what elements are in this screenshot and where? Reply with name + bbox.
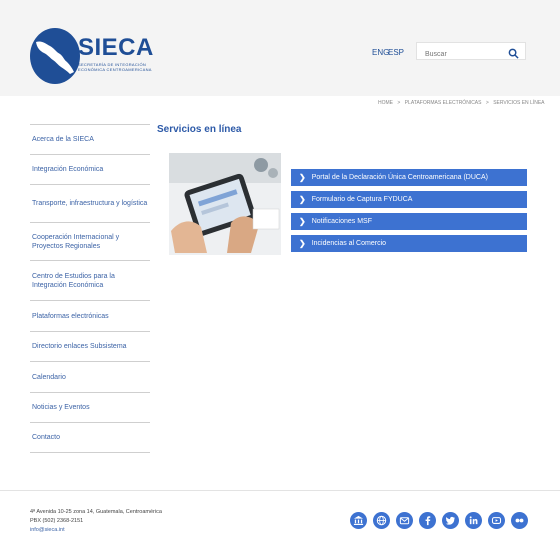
sieca-logo[interactable]: SIECA SECRETARÍA DE INTEGRACIÓN ECONÓMIC… bbox=[30, 28, 154, 88]
sidebar-item-noticias[interactable]: Noticias y Eventos bbox=[30, 393, 150, 423]
link-label: Portal de la Declaración Única Centroame… bbox=[311, 174, 488, 181]
lang-esp-link[interactable]: ESP bbox=[388, 48, 404, 57]
facebook-icon[interactable] bbox=[419, 512, 436, 529]
sidebar-item-transporte[interactable]: Transporte, infraestructura y logística bbox=[30, 185, 150, 223]
breadcrumb-current: SERVICIOS EN LÍNEA bbox=[493, 100, 545, 106]
top-strip bbox=[0, 0, 560, 8]
chevron-right-icon: ❯ bbox=[299, 195, 306, 204]
search-box bbox=[416, 42, 526, 63]
logo-map-emblem-icon bbox=[30, 28, 80, 84]
link-formulario-fyduca[interactable]: ❯ Formulario de Captura FYDUCA bbox=[291, 191, 527, 208]
sidebar-item-integracion[interactable]: Integración Económica bbox=[30, 155, 150, 185]
hero-tablet-image bbox=[169, 153, 281, 255]
lang-eng-link[interactable]: ENG bbox=[372, 48, 389, 57]
sidebar-item-acerca[interactable]: Acerca de la SIECA bbox=[30, 124, 150, 155]
breadcrumb-separator: > bbox=[485, 100, 489, 106]
link-incidencias-comercio[interactable]: ❯ Incidencias al Comercio bbox=[291, 235, 527, 252]
sidebar-item-directorio[interactable]: Directorio enlaces Subsistema bbox=[30, 332, 150, 362]
chevron-right-icon: ❯ bbox=[299, 239, 306, 248]
footer-divider bbox=[0, 490, 560, 491]
linkedin-icon[interactable] bbox=[465, 512, 482, 529]
services-links: ❯ Portal de la Declaración Única Centroa… bbox=[291, 169, 527, 257]
chevron-right-icon: ❯ bbox=[299, 217, 306, 226]
breadcrumb-plataformas[interactable]: PLATAFORMAS ELECTRÓNICAS bbox=[405, 100, 482, 106]
email-link[interactable]: info@sieca.int bbox=[30, 526, 162, 535]
search-input[interactable] bbox=[417, 46, 505, 63]
footer-address: 4ª Avenida 10-25 zona 14, Guatemala, Cen… bbox=[30, 508, 162, 535]
sidebar-item-centro-estudios[interactable]: Centro de Estudios para la Integración E… bbox=[30, 261, 150, 301]
breadcrumb-home[interactable]: HOME bbox=[378, 100, 393, 106]
sidebar-item-plataformas[interactable]: Plataformas electrónicas bbox=[30, 301, 150, 332]
search-icon[interactable] bbox=[508, 46, 519, 59]
sidebar-nav: Acerca de la SIECA Integración Económica… bbox=[30, 124, 150, 453]
social-icons bbox=[350, 512, 528, 529]
logo-subtitle: SECRETARÍA DE INTEGRACIÓN ECONÓMICA CENT… bbox=[78, 62, 152, 72]
flickr-icon[interactable] bbox=[511, 512, 528, 529]
sidebar-item-cooperacion[interactable]: Cooperación Internacional y Proyectos Re… bbox=[30, 223, 150, 261]
logo-subtitle-line-2: ECONÓMICA CENTROAMERICANA bbox=[78, 67, 152, 72]
mail-icon[interactable] bbox=[396, 512, 413, 529]
sidebar-item-calendario[interactable]: Calendario bbox=[30, 362, 150, 393]
link-portal-duca[interactable]: ❯ Portal de la Declaración Única Centroa… bbox=[291, 169, 527, 186]
address-line: 4ª Avenida 10-25 zona 14, Guatemala, Cen… bbox=[30, 509, 162, 515]
breadcrumb: HOME > PLATAFORMAS ELECTRÓNICAS > SERVIC… bbox=[378, 100, 548, 106]
link-label: Formulario de Captura FYDUCA bbox=[311, 196, 413, 203]
page-title: Servicios en línea bbox=[157, 124, 242, 135]
chevron-right-icon: ❯ bbox=[299, 173, 306, 182]
site-header: SIECA SECRETARÍA DE INTEGRACIÓN ECONÓMIC… bbox=[0, 8, 560, 96]
breadcrumb-separator: > bbox=[397, 100, 401, 106]
logo-name: SIECA bbox=[78, 34, 154, 61]
institution-icon[interactable] bbox=[350, 512, 367, 529]
phone-line: PBX (502) 2368-2151 bbox=[30, 518, 84, 524]
link-label: Incidencias al Comercio bbox=[311, 240, 387, 247]
twitter-icon[interactable] bbox=[442, 512, 459, 529]
sidebar-item-contacto[interactable]: Contacto bbox=[30, 423, 150, 453]
globe-icon[interactable] bbox=[373, 512, 390, 529]
link-notificaciones-msf[interactable]: ❯ Notificaciones MSF bbox=[291, 213, 527, 230]
youtube-icon[interactable] bbox=[488, 512, 505, 529]
link-label: Notificaciones MSF bbox=[311, 218, 372, 225]
